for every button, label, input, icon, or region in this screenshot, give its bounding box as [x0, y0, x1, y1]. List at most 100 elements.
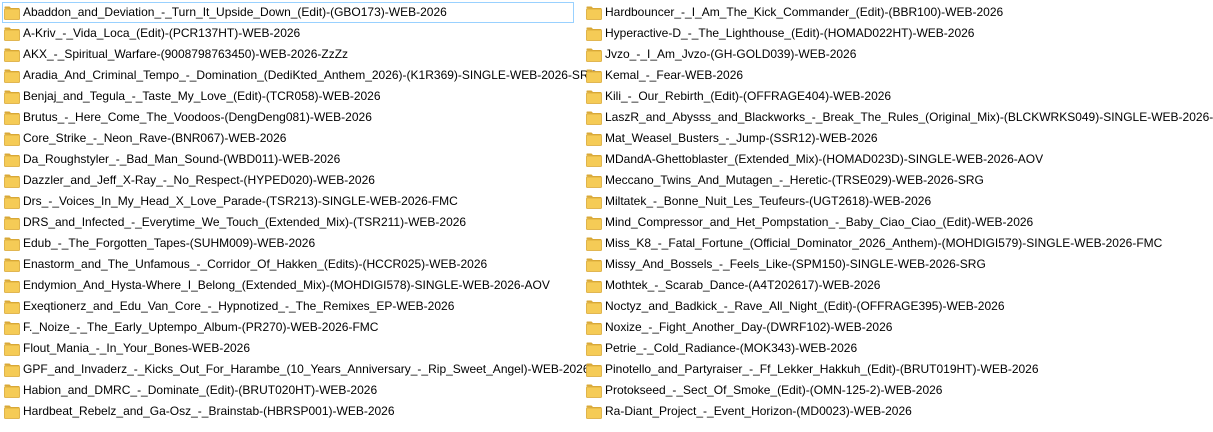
folder-item[interactable]: Drs_-_Voices_In_My_Head_X_Love_Parade-(T…: [2, 191, 574, 212]
folder-icon: [586, 6, 602, 20]
folder-icon: [4, 300, 20, 314]
folder-icon: [4, 363, 20, 377]
folder-item[interactable]: Da_Roughstyler_-_Bad_Man_Sound-(WBD011)-…: [2, 149, 574, 170]
folder-name-label: AKX_-_Spiritual_Warfare-(9008798763450)-…: [23, 47, 349, 61]
folder-item[interactable]: Kemal_-_Fear-WEB-2026: [584, 65, 1204, 86]
folder-item[interactable]: Dazzler_and_Jeff_X-Ray_-_No_Respect-(HYP…: [2, 170, 574, 191]
folder-icon: [586, 111, 602, 125]
folder-item[interactable]: Enastorm_and_The_Unfamous_-_Corridor_Of_…: [2, 254, 574, 275]
folder-name-label: Kemal_-_Fear-WEB-2026: [605, 68, 744, 82]
folder-name-label: Pinotello_and_Partyraiser_-_Ff_Lekker_Ha…: [605, 362, 1039, 376]
folder-name-label: Noctyz_and_Badkick_-_Rave_All_Night_(Edi…: [605, 299, 1005, 313]
folder-item[interactable]: AKX_-_Spiritual_Warfare-(9008798763450)-…: [2, 44, 574, 65]
folder-icon: [586, 174, 602, 188]
folder-item[interactable]: DRS_and_Infected_-_Everytime_We_Touch_(E…: [2, 212, 574, 233]
folder-name-label: Brutus_-_Here_Come_The_Voodoos-(DengDeng…: [23, 110, 372, 124]
folder-name-label: Exeqtionerz_and_Edu_Van_Core_-_Hypnotize…: [23, 299, 455, 313]
folder-icon: [586, 195, 602, 209]
folder-item[interactable]: Habion_and_DMRC_-_Dominate_(Edit)-(BRUT0…: [2, 380, 574, 401]
folder-name-label: Meccano_Twins_And_Mutagen_-_Heretic-(TRS…: [605, 173, 984, 187]
folder-icon: [586, 258, 602, 272]
folder-icon: [586, 321, 602, 335]
folder-item[interactable]: F._Noize_-_The_Early_Uptempo_Album-(PR27…: [2, 317, 574, 338]
folder-icon: [4, 27, 20, 41]
folder-name-label: Flout_Mania_-_In_Your_Bones-WEB-2026: [23, 341, 251, 355]
folder-icon: [586, 216, 602, 230]
folder-name-label: Hardbouncer_-_I_Am_The_Kick_Commander_(E…: [605, 5, 1004, 19]
folder-item[interactable]: GPF_and_Invaderz_-_Kicks_Out_For_Harambe…: [2, 359, 590, 380]
folder-item[interactable]: Noctyz_and_Badkick_-_Rave_All_Night_(Edi…: [584, 296, 1204, 317]
folder-item[interactable]: A-Kriv_-_Vida_Loca_(Edit)-(PCR137HT)-WEB…: [2, 23, 574, 44]
folder-name-label: Missy_And_Bossels_-_Feels_Like-(SPM150)-…: [605, 257, 986, 271]
folder-name-label: Drs_-_Voices_In_My_Head_X_Love_Parade-(T…: [23, 194, 458, 208]
folder-item[interactable]: Abaddon_and_Deviation_-_Turn_It_Upside_D…: [2, 2, 574, 23]
folder-name-label: Core_Strike_-_Neon_Rave-(BNR067)-WEB-202…: [23, 131, 287, 145]
folder-icon: [586, 69, 602, 83]
folder-name-label: Mothtek_-_Scarab_Dance-(A4T202617)-WEB-2…: [605, 278, 881, 292]
folder-item[interactable]: Miss_K8_-_Fatal_Fortune_(Official_Domina…: [584, 233, 1204, 254]
folder-list-view: Abaddon_and_Deviation_-_Turn_It_Upside_D…: [0, 0, 1213, 432]
folder-icon: [586, 363, 602, 377]
folder-item[interactable]: Flout_Mania_-_In_Your_Bones-WEB-2026: [2, 338, 574, 359]
folder-item[interactable]: Benjaj_and_Tegula_-_Taste_My_Love_(Edit)…: [2, 86, 574, 107]
folder-icon: [586, 132, 602, 146]
folder-name-label: Hyperactive-D_-_The_Lighthouse_(Edit)-(H…: [605, 26, 975, 40]
folder-item[interactable]: Meccano_Twins_And_Mutagen_-_Heretic-(TRS…: [584, 170, 1204, 191]
folder-icon: [4, 6, 20, 20]
folder-icon: [4, 216, 20, 230]
folder-item[interactable]: Mat_Weasel_Busters_-_Jump-(SSR12)-WEB-20…: [584, 128, 1204, 149]
folder-name-label: Aradia_And_Criminal_Tempo_-_Domination_(…: [23, 68, 598, 82]
folder-icon: [4, 405, 20, 419]
folder-item[interactable]: Kili_-_Our_Rebirth_(Edit)-(OFFRAGE404)-W…: [584, 86, 1204, 107]
folder-item[interactable]: LaszR_and_Abysss_and_Blackworks_-_Break_…: [584, 107, 1213, 128]
folder-name-label: Noxize_-_Fight_Another_Day-(DWRF102)-WEB…: [605, 320, 893, 334]
folder-name-label: A-Kriv_-_Vida_Loca_(Edit)-(PCR137HT)-WEB…: [23, 26, 301, 40]
folder-icon: [4, 279, 20, 293]
folder-name-label: Miss_K8_-_Fatal_Fortune_(Official_Domina…: [605, 236, 1163, 250]
folder-name-label: Mind_Compressor_and_Het_Pompstation_-_Ba…: [605, 215, 1034, 229]
folder-item[interactable]: Mind_Compressor_and_Het_Pompstation_-_Ba…: [584, 212, 1204, 233]
folder-icon: [4, 384, 20, 398]
folder-item[interactable]: Miltatek_-_Bonne_Nuit_Les_Teufeurs-(UGT2…: [584, 191, 1204, 212]
folder-icon: [4, 342, 20, 356]
folder-icon: [4, 90, 20, 104]
folder-column-right: Hardbouncer_-_I_Am_The_Kick_Commander_(E…: [584, 2, 1213, 422]
folder-item[interactable]: Endymion_And_Hysta-Where_I_Belong_(Exten…: [2, 275, 574, 296]
folder-item[interactable]: Hyperactive-D_-_The_Lighthouse_(Edit)-(H…: [584, 23, 1204, 44]
folder-item[interactable]: MDandA-Ghettoblaster_(Extended_Mix)-(HOM…: [584, 149, 1204, 170]
folder-name-label: F._Noize_-_The_Early_Uptempo_Album-(PR27…: [23, 320, 379, 334]
folder-name-label: Da_Roughstyler_-_Bad_Man_Sound-(WBD011)-…: [23, 152, 341, 166]
folder-item[interactable]: Brutus_-_Here_Come_The_Voodoos-(DengDeng…: [2, 107, 574, 128]
folder-icon: [4, 153, 20, 167]
folder-icon: [586, 279, 602, 293]
folder-name-label: Benjaj_and_Tegula_-_Taste_My_Love_(Edit)…: [23, 89, 381, 103]
folder-item[interactable]: Aradia_And_Criminal_Tempo_-_Domination_(…: [2, 65, 598, 86]
folder-name-label: Abaddon_and_Deviation_-_Turn_It_Upside_D…: [23, 5, 447, 19]
folder-item[interactable]: Pinotello_and_Partyraiser_-_Ff_Lekker_Ha…: [584, 359, 1204, 380]
folder-icon: [586, 342, 602, 356]
folder-item[interactable]: Mothtek_-_Scarab_Dance-(A4T202617)-WEB-2…: [584, 275, 1204, 296]
folder-item[interactable]: Core_Strike_-_Neon_Rave-(BNR067)-WEB-202…: [2, 128, 574, 149]
folder-name-label: Mat_Weasel_Busters_-_Jump-(SSR12)-WEB-20…: [605, 131, 878, 145]
folder-item[interactable]: Jvzo_-_I_Am_Jvzo-(GH-GOLD039)-WEB-2026: [584, 44, 1204, 65]
folder-name-label: Petrie_-_Cold_Radiance-(MOK343)-WEB-2026: [605, 341, 858, 355]
folder-item[interactable]: Exeqtionerz_and_Edu_Van_Core_-_Hypnotize…: [2, 296, 574, 317]
folder-name-label: Habion_and_DMRC_-_Dominate_(Edit)-(BRUT0…: [23, 383, 378, 397]
folder-name-label: Miltatek_-_Bonne_Nuit_Les_Teufeurs-(UGT2…: [605, 194, 932, 208]
folder-item[interactable]: Petrie_-_Cold_Radiance-(MOK343)-WEB-2026: [584, 338, 1204, 359]
folder-item[interactable]: Ra-Diant_Project_-_Event_Horizon-(MD0023…: [584, 401, 1204, 422]
folder-icon: [4, 321, 20, 335]
folder-item[interactable]: Missy_And_Bossels_-_Feels_Like-(SPM150)-…: [584, 254, 1204, 275]
folder-item[interactable]: Edub_-_The_Forgotten_Tapes-(SUHM009)-WEB…: [2, 233, 574, 254]
folder-icon: [4, 69, 20, 83]
folder-name-label: DRS_and_Infected_-_Everytime_We_Touch_(E…: [23, 215, 467, 229]
folder-icon: [4, 258, 20, 272]
folder-item[interactable]: Protokseed_-_Sect_Of_Smoke_(Edit)-(OMN-1…: [584, 380, 1204, 401]
folder-name-label: Jvzo_-_I_Am_Jvzo-(GH-GOLD039)-WEB-2026: [605, 47, 857, 61]
folder-icon: [586, 237, 602, 251]
folder-icon: [586, 384, 602, 398]
folder-name-label: Hardbeat_Rebelz_and_Ga-Osz_-_Brainstab-(…: [23, 404, 395, 418]
folder-item[interactable]: Hardbeat_Rebelz_and_Ga-Osz_-_Brainstab-(…: [2, 401, 574, 422]
folder-item[interactable]: Hardbouncer_-_I_Am_The_Kick_Commander_(E…: [584, 2, 1204, 23]
folder-item[interactable]: Noxize_-_Fight_Another_Day-(DWRF102)-WEB…: [584, 317, 1204, 338]
